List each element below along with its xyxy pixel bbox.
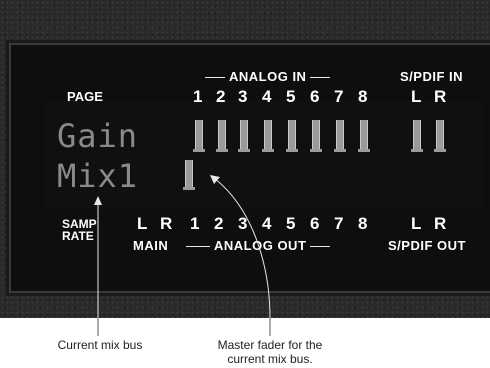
- callout-mix-bus: Current mix bus: [57, 338, 143, 352]
- callout-master-fader: Master fader for the current mix bus.: [217, 338, 323, 366]
- callout-arrows: [94, 175, 271, 336]
